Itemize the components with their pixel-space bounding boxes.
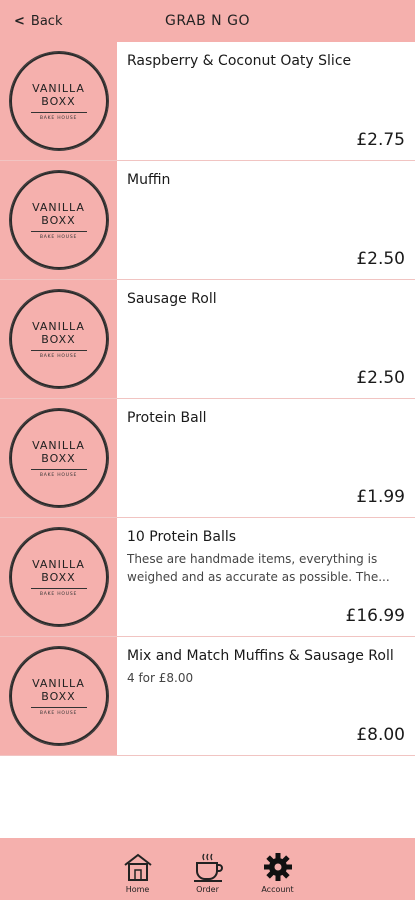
- product-item[interactable]: VANILLA BOXX BAKE HOUSE 10 Protein Balls…: [0, 518, 415, 637]
- page-title: GRAB N GO: [165, 13, 250, 29]
- product-item[interactable]: VANILLA BOXX BAKE HOUSE Muffin £2.50: [0, 161, 415, 280]
- product-item[interactable]: VANILLA BOXX BAKE HOUSE Protein Ball £1.…: [0, 399, 415, 518]
- app-header: < Back GRAB N GO: [0, 0, 415, 42]
- product-price: £1.99: [356, 487, 405, 507]
- product-name: Raspberry & Coconut Oaty Slice: [127, 53, 352, 69]
- vanilla-boxx-logo: VANILLA BOXX BAKE HOUSE: [9, 52, 108, 150]
- gear-icon: [263, 853, 292, 881]
- product-image: VANILLA BOXX BAKE HOUSE: [0, 399, 117, 517]
- home-icon: [123, 853, 152, 881]
- vanilla-boxx-logo: VANILLA BOXX BAKE HOUSE: [9, 409, 108, 507]
- product-image: VANILLA BOXX BAKE HOUSE: [0, 637, 117, 755]
- tab-label: Account: [261, 885, 294, 894]
- product-price: £16.99: [345, 606, 405, 626]
- product-image: VANILLA BOXX BAKE HOUSE: [0, 161, 117, 279]
- coffee-cup-icon: [193, 853, 223, 882]
- product-name: Mix and Match Muffins & Sausage Roll: [127, 648, 394, 664]
- tab-label: Order: [196, 885, 219, 894]
- product-image: VANILLA BOXX BAKE HOUSE: [0, 42, 117, 160]
- product-list: VANILLA BOXX BAKE HOUSE Raspberry & Coco…: [0, 42, 415, 756]
- product-description: 4 for £8.00: [127, 671, 194, 685]
- tab-order[interactable]: Order: [184, 851, 232, 894]
- tab-home[interactable]: Home: [114, 851, 162, 894]
- product-item[interactable]: VANILLA BOXX BAKE HOUSE Sausage Roll £2.…: [0, 280, 415, 399]
- vanilla-boxx-logo: VANILLA BOXX BAKE HOUSE: [9, 171, 108, 269]
- product-name: Sausage Roll: [127, 291, 217, 307]
- product-name: 10 Protein Balls: [127, 529, 237, 545]
- product-price: £8.00: [356, 725, 405, 745]
- vanilla-boxx-logo: VANILLA BOXX BAKE HOUSE: [9, 528, 108, 626]
- product-price: £2.50: [356, 249, 405, 269]
- bottom-tab-bar: Home Order Account: [0, 838, 415, 900]
- product-price: £2.50: [356, 368, 405, 388]
- tab-label: Home: [125, 885, 150, 894]
- product-price: £2.75: [356, 130, 405, 150]
- product-image: VANILLA BOXX BAKE HOUSE: [0, 280, 117, 398]
- product-image: VANILLA BOXX BAKE HOUSE: [0, 518, 117, 636]
- tab-account[interactable]: Account: [254, 851, 302, 894]
- product-item[interactable]: VANILLA BOXX BAKE HOUSE Mix and Match Mu…: [0, 637, 415, 756]
- product-name: Protein Ball: [127, 410, 207, 426]
- product-item[interactable]: VANILLA BOXX BAKE HOUSE Raspberry & Coco…: [0, 42, 415, 161]
- vanilla-boxx-logo: VANILLA BOXX BAKE HOUSE: [9, 647, 108, 745]
- product-name: Muffin: [127, 172, 171, 188]
- vanilla-boxx-logo: VANILLA BOXX BAKE HOUSE: [9, 290, 108, 388]
- product-description: These are handmade items, everything is …: [127, 552, 390, 584]
